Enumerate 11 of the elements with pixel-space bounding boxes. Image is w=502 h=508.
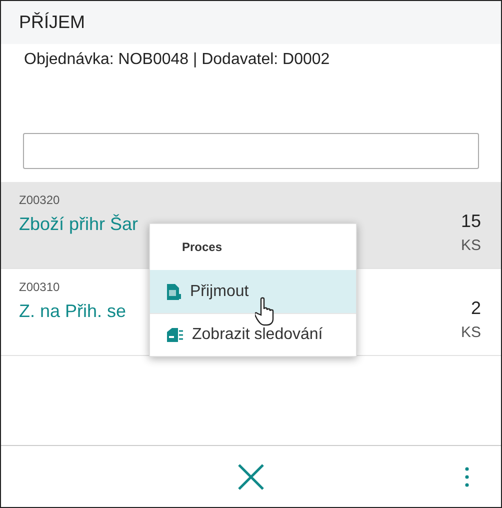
menu-title: Proces xyxy=(182,239,222,256)
page-title: PŘÍJEM xyxy=(19,11,86,34)
item-name: Zboží přihr Šar xyxy=(19,213,138,236)
quantity: 2 xyxy=(470,297,481,320)
item-code: Z00320 xyxy=(19,192,61,209)
order-info: Objednávka: NOB0048 | Dodavatel: D0002 xyxy=(24,51,330,68)
item-name: Z. na Přih. se xyxy=(19,300,126,323)
unit: KS xyxy=(460,236,481,256)
quantity: 15 xyxy=(460,210,481,233)
item-code: Z00310 xyxy=(19,279,61,296)
unit: KS xyxy=(460,323,481,343)
